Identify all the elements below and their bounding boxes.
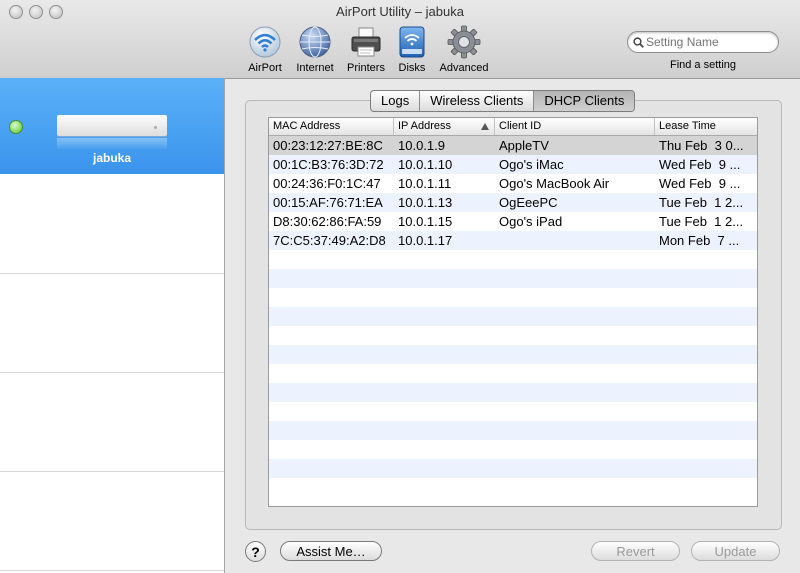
empty-table-row: [269, 326, 757, 345]
help-button[interactable]: ?: [245, 541, 266, 562]
status-light-icon: [9, 120, 23, 134]
toolbar-advanced[interactable]: Advanced: [434, 25, 494, 74]
cell-ip-address: 10.0.1.13: [398, 195, 453, 210]
cell-lease-time: Mon Feb 7 ...: [659, 233, 740, 248]
table-header: MAC Address IP Address Client ID Lease T…: [269, 118, 757, 136]
assist-me-button[interactable]: Assist Me…: [280, 541, 382, 561]
cell-mac-address: 7C:C5:37:49:A2:D8: [273, 233, 386, 248]
tab-dhcp-clients[interactable]: DHCP Clients: [534, 91, 635, 111]
airport-wifi-icon: [248, 25, 282, 59]
empty-table-row: [269, 383, 757, 402]
airport-base-station-icon: [57, 115, 167, 136]
cell-ip-address: 10.0.1.9: [398, 138, 445, 153]
sidebar-divider: [0, 372, 224, 373]
toolbar-disks[interactable]: Disks: [382, 25, 442, 74]
revert-button[interactable]: Revert: [591, 541, 680, 561]
printer-icon: [349, 25, 383, 59]
table-row[interactable]: 7C:C5:37:49:A2:D8 10.0.1.17 Mon Feb 7 ...: [269, 231, 757, 250]
setting-search-field[interactable]: [627, 31, 779, 53]
disk-icon: [395, 25, 429, 59]
dhcp-clients-table[interactable]: MAC Address IP Address Client ID Lease T…: [268, 117, 758, 507]
device-name: jabuka: [92, 151, 131, 165]
table-row[interactable]: 00:24:36:F0:1C:47 10.0.1.11 Ogo's MacBook …: [269, 174, 757, 193]
empty-table-row: [269, 288, 757, 307]
empty-table-row: [269, 345, 757, 364]
cell-client-id: AppleTV: [499, 138, 549, 153]
gear-icon: [447, 25, 481, 59]
tab-logs[interactable]: Logs: [371, 91, 421, 111]
cell-lease-time: Tue Feb 1 2...: [659, 214, 744, 229]
segmented-tabs: Logs Wireless Clients DHCP Clients: [370, 90, 636, 112]
empty-table-row: [269, 440, 757, 459]
empty-table-row: [269, 250, 757, 269]
column-header-lease-time[interactable]: Lease Time: [655, 118, 757, 135]
cell-client-id: OgEeePC: [499, 195, 558, 210]
cell-mac-address: 00:15:AF:76:71:EA: [273, 195, 383, 210]
cell-mac-address: 00:23:12:27:BE:8C: [273, 138, 383, 153]
toolbar: AirPort Utility – jabuka AirPort Interne…: [0, 0, 800, 79]
cell-ip-address: 10.0.1.11: [398, 176, 452, 191]
cell-mac-address: 00:1C:B3:76:3D:72: [273, 157, 384, 172]
sidebar-divider: [0, 570, 224, 571]
tab-wireless-clients[interactable]: Wireless Clients: [420, 91, 535, 111]
sidebar-divider: [0, 471, 224, 472]
find-setting-label: Find a setting: [669, 59, 737, 71]
airport-utility-window: AirPort Utility – jabuka AirPort Interne…: [0, 0, 800, 573]
table-row[interactable]: 00:23:12:27:BE:8C 10.0.1.9 AppleTV Thu Feb …: [269, 136, 757, 155]
column-header-ip-label: IP Address: [398, 120, 451, 132]
sidebar-device-jabuka[interactable]: jabuka: [0, 78, 224, 174]
empty-table-row: [269, 421, 757, 440]
cell-ip-address: 10.0.1.10: [398, 157, 453, 172]
cell-lease-time: Wed Feb 9 ...: [659, 157, 741, 172]
empty-table-row: [269, 307, 757, 326]
base-station-reflection: [57, 138, 167, 150]
empty-table-row: [269, 402, 757, 421]
cell-client-id: Ogo's iPad: [499, 214, 563, 229]
cell-client-id: Ogo's MacBook Air: [499, 176, 610, 191]
cell-lease-time: Wed Feb 9 ...: [659, 176, 741, 191]
cell-client-id: Ogo's iMac: [499, 157, 564, 172]
column-header-mac[interactable]: MAC Address: [269, 118, 394, 135]
cell-lease-time: Thu Feb 3 0...: [659, 138, 744, 153]
setting-search-input[interactable]: [646, 34, 772, 49]
cell-mac-address: D8:30:62:86:FA:59: [273, 214, 382, 229]
update-button[interactable]: Update: [691, 541, 780, 561]
sort-ascending-icon: [481, 123, 489, 130]
empty-table-row: [269, 269, 757, 288]
empty-table-row: [269, 364, 757, 383]
sidebar-divider: [0, 273, 224, 274]
table-row[interactable]: 00:1C:B3:76:3D:72 10.0.1.10 Ogo's iMac Wed …: [269, 155, 757, 174]
empty-table-row: [269, 459, 757, 478]
cell-client-id: [495, 231, 655, 250]
toolbar-advanced-label: Advanced: [439, 62, 489, 74]
empty-table-row: [269, 478, 757, 497]
column-header-ip[interactable]: IP Address: [394, 118, 495, 135]
search-icon: [633, 36, 644, 51]
table-row[interactable]: 00:15:AF:76:71:EA 10.0.1.13 OgEeePC Tue Feb…: [269, 193, 757, 212]
table-row[interactable]: D8:30:62:86:FA:59 10.0.1.15 Ogo's iPad Tue …: [269, 212, 757, 231]
cell-lease-time: Tue Feb 1 2...: [659, 195, 744, 210]
cell-mac-address: 00:24:36:F0:1C:47: [273, 176, 381, 191]
toolbar-disks-label: Disks: [398, 62, 426, 74]
device-sidebar: jabuka: [0, 78, 225, 573]
window-title: AirPort Utility – jabuka: [336, 4, 464, 19]
cell-ip-address: 10.0.1.15: [398, 214, 453, 229]
globe-icon: [298, 25, 332, 59]
column-header-client-id[interactable]: Client ID: [495, 118, 655, 135]
cell-ip-address: 10.0.1.17: [398, 233, 453, 248]
